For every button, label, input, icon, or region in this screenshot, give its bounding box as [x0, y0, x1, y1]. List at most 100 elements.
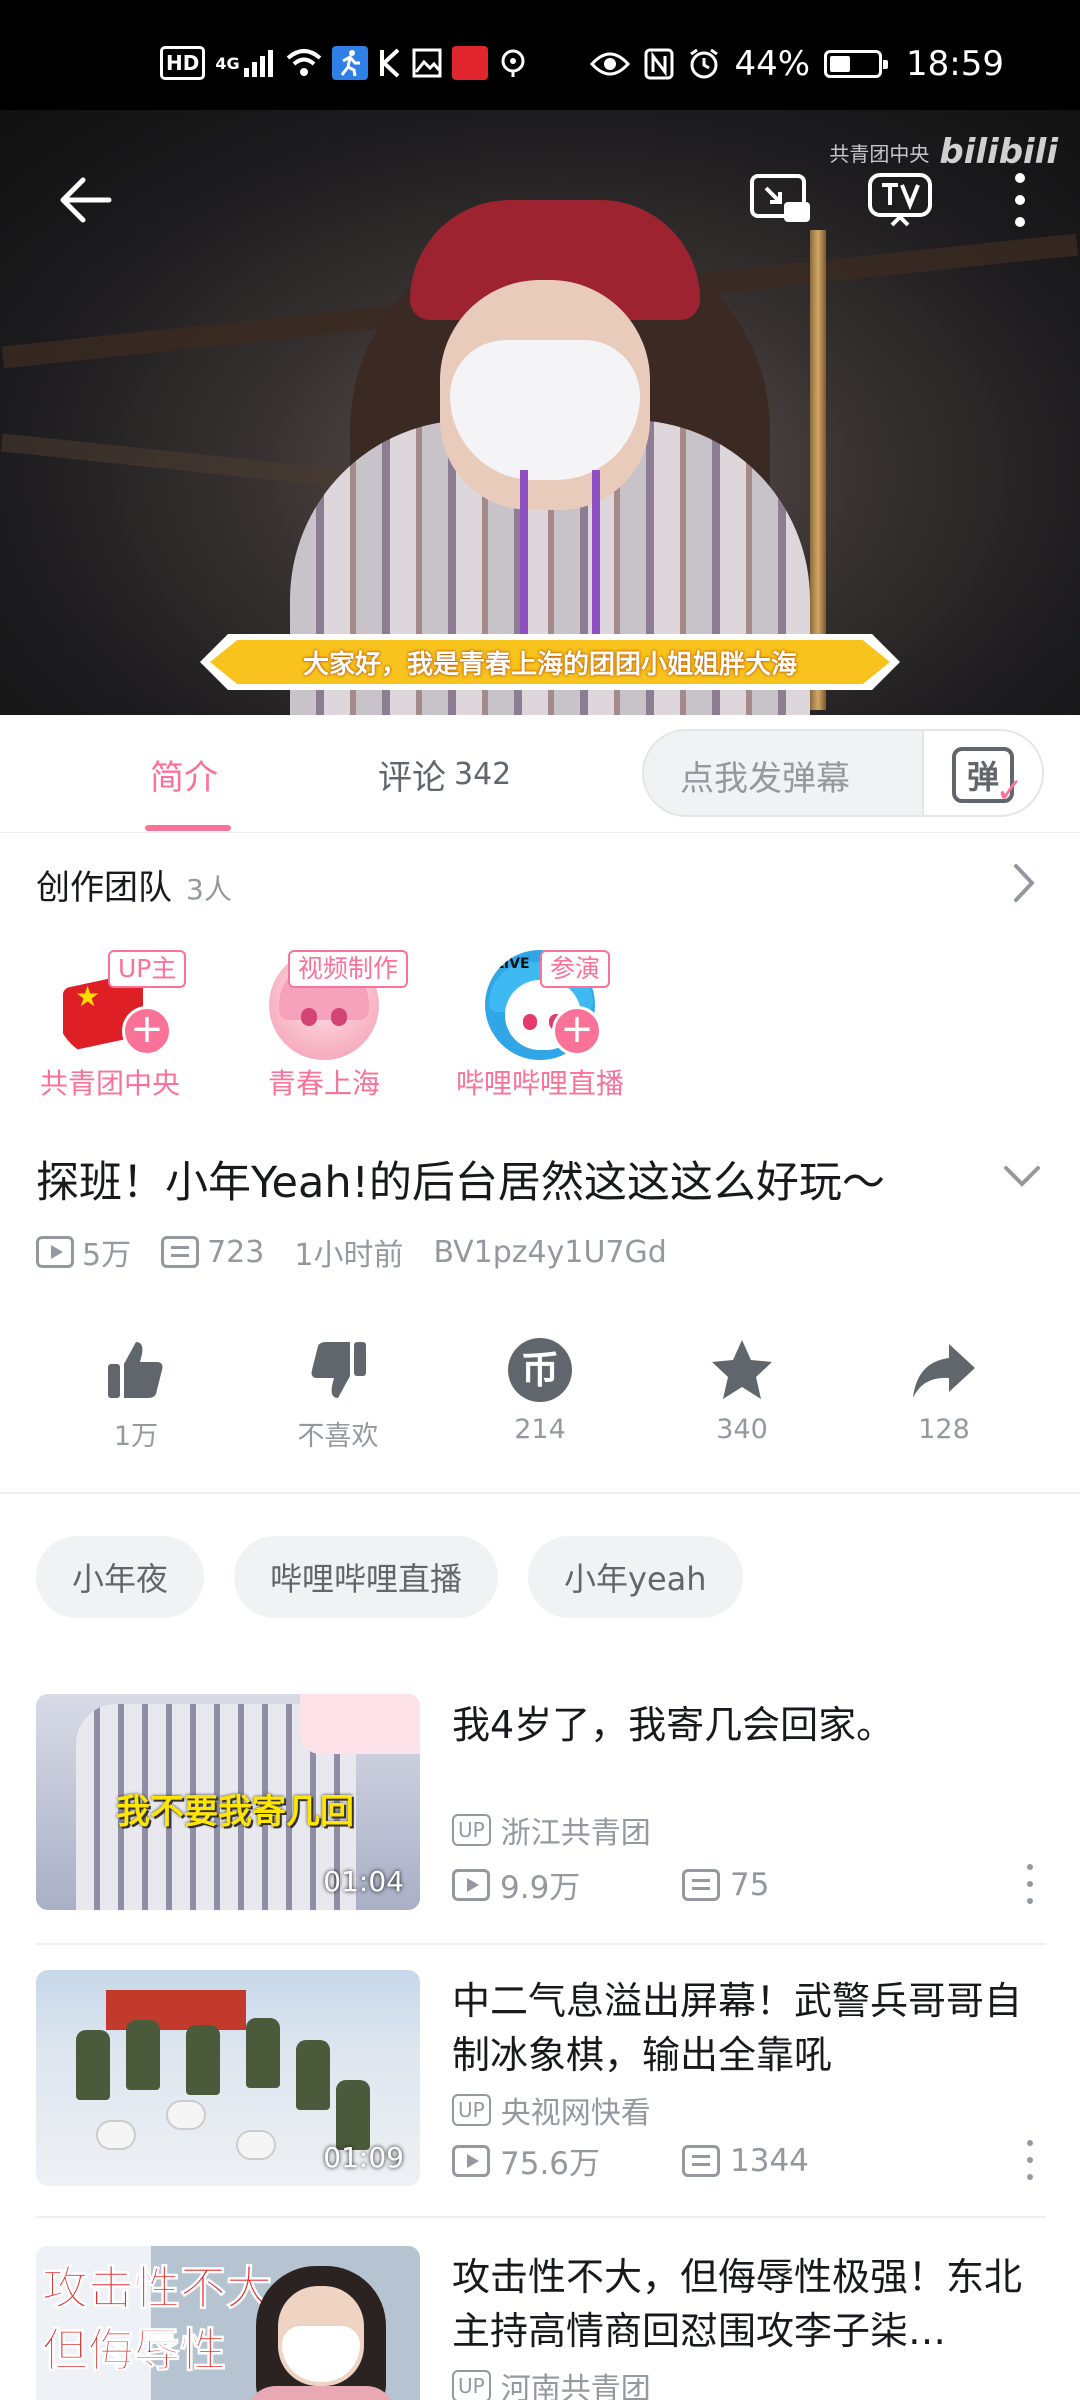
- nfc-icon: [644, 47, 674, 81]
- item-more-button[interactable]: [1024, 1864, 1036, 1904]
- dislike-label: 不喜欢: [297, 1421, 379, 1452]
- hd-icon: HD: [160, 46, 206, 80]
- view-count: 5万: [36, 1230, 131, 1274]
- share-count: 128: [918, 1414, 970, 1445]
- chevron-down-icon[interactable]: [1000, 1158, 1044, 1194]
- role-badge: UP主: [108, 950, 187, 988]
- team-member[interactable]: 视频制作 青春上海: [214, 950, 434, 1100]
- tab-comments-label: 评论: [378, 757, 446, 798]
- tv-projection-button[interactable]: [865, 165, 935, 235]
- coin-icon: 币: [508, 1338, 572, 1402]
- tag-chip[interactable]: 小年夜: [36, 1536, 205, 1618]
- related-video-title[interactable]: 中二气息溢出屏幕！武警兵哥哥自制冰象棋，输出全靠吼: [452, 1974, 1052, 2082]
- cast-icon: [750, 174, 810, 222]
- team-member[interactable]: ★ UP主 + 共青团中央: [0, 950, 220, 1100]
- comment-count: 342: [454, 756, 512, 792]
- video-meta: 75.6万 1344: [452, 2138, 912, 2183]
- creator-team-count: 3人: [186, 873, 232, 906]
- follow-plus-icon[interactable]: +: [552, 1006, 602, 1056]
- team-member[interactable]: LIVE 参演 + 哔哩哔哩直播: [430, 950, 650, 1100]
- favorite-button[interactable]: 340: [642, 1330, 842, 1445]
- uploader-name: 河南共青团: [500, 2372, 651, 2400]
- like-button[interactable]: 1万: [36, 1330, 236, 1453]
- thumbs-up-icon: [108, 1342, 163, 1398]
- up-badge: UP: [452, 2370, 491, 2400]
- thumbnail-caption: 我不要我寄几回: [116, 1792, 354, 1832]
- danmaku-count: 1344: [682, 2143, 912, 2179]
- status-bar: HD 4G 44% 18:59: [0, 0, 1080, 110]
- tab-comments[interactable]: 评论 342: [378, 715, 511, 833]
- danmaku-count-icon: [682, 1868, 720, 1901]
- video-thumbnail[interactable]: 01:09: [36, 1970, 420, 2186]
- tag-chip[interactable]: 小年yeah: [528, 1536, 743, 1618]
- danmaku-glyph: 弹: [966, 758, 999, 796]
- screen-cast-button[interactable]: [745, 165, 815, 235]
- item-divider: [36, 2216, 1046, 2218]
- uploader-name: 浙江共青团: [500, 1816, 651, 1851]
- network-type: 4G: [215, 53, 240, 73]
- thumbs-down-icon: [311, 1342, 366, 1398]
- chevron-right-icon[interactable]: [1004, 858, 1044, 908]
- more-options-button[interactable]: [990, 165, 1050, 235]
- coin-button[interactable]: 币 214: [440, 1330, 640, 1445]
- video-thumbnail[interactable]: 攻击性不大 但侮辱性: [36, 2246, 420, 2400]
- tv-icon: [868, 173, 932, 227]
- video-stats: 5万 723 1小时前 BV1pz4y1U7Gd: [36, 1230, 697, 1274]
- red-app-icon: [451, 46, 488, 80]
- k-icon: [378, 46, 402, 80]
- back-button[interactable]: [50, 165, 120, 235]
- tag-chip[interactable]: 哔哩哔哩直播: [234, 1536, 499, 1618]
- video-thumbnail[interactable]: 我不要我寄几回 01:04: [36, 1694, 420, 1910]
- member-name: 哔哩哔哩直播: [455, 1067, 624, 1100]
- live-tag: LIVE: [495, 956, 530, 972]
- uploader[interactable]: UP 浙江共青团: [452, 1808, 651, 1852]
- checkmark-icon: ✓: [995, 771, 1025, 811]
- clock: 18:59: [906, 44, 1004, 84]
- related-video-title[interactable]: 我4岁了，我寄几会回家。: [452, 1698, 1052, 1752]
- uploader[interactable]: UP 河南共青团: [452, 2364, 651, 2400]
- vertical-dots-icon: [1015, 173, 1025, 227]
- view-count-value: 75.6万: [500, 2146, 601, 2182]
- item-divider: [36, 1943, 1046, 1945]
- pinwheel-icon: [498, 46, 528, 80]
- up-badge: UP: [452, 2094, 491, 2126]
- eye-comfort-icon: [590, 47, 631, 81]
- danmaku-count-value: 75: [730, 1866, 770, 1903]
- running-app-icon: [331, 46, 368, 80]
- uploader[interactable]: UP 央视网快看: [452, 2088, 651, 2132]
- related-video-item[interactable]: 01:09 中二气息溢出屏幕！武警兵哥哥自制冰象棋，输出全靠吼 UP 央视网快看…: [36, 1970, 1046, 2190]
- play-count-icon: [452, 2144, 490, 2177]
- watermark-channel: 共青团中央: [829, 141, 930, 166]
- share-button[interactable]: 128: [844, 1330, 1044, 1445]
- battery-fill: [830, 56, 851, 72]
- play-count-icon: [36, 1236, 74, 1268]
- danmaku-toggle-button[interactable]: 弹 ✓: [922, 731, 1042, 815]
- related-video-title[interactable]: 攻击性不大，但侮辱性极强！东北主持高情商回怼围攻李子柒…: [452, 2250, 1052, 2358]
- video-player[interactable]: 共青团中央 bilibili 大家好，我是青春上海的团团小姐姐胖大海: [0, 110, 1080, 715]
- danmaku-placeholder: 点我发弹幕: [680, 758, 850, 799]
- dislike-button[interactable]: 不喜欢: [238, 1330, 438, 1453]
- coin-glyph: 币: [521, 1348, 559, 1392]
- related-video-item[interactable]: 攻击性不大 但侮辱性 攻击性不大，但侮辱性极强！东北主持高情商回怼围攻李子柒… …: [36, 2246, 1046, 2400]
- related-video-item[interactable]: 我不要我寄几回 01:04 我4岁了，我寄几会回家。 UP 浙江共青团 9.9万…: [36, 1694, 1046, 1914]
- role-badge: 参演: [540, 950, 611, 988]
- member-name: 共青团中央: [39, 1067, 180, 1100]
- danmaku-input[interactable]: 点我发弹幕 弹 ✓: [642, 729, 1044, 817]
- tab-intro[interactable]: 简介: [150, 715, 218, 833]
- status-left-icons: HD 4G: [160, 46, 528, 80]
- alarm-icon: [688, 47, 720, 81]
- role-badge: 视频制作: [288, 950, 409, 988]
- danmaku-count: 75: [682, 1867, 912, 1903]
- item-more-button[interactable]: [1024, 2140, 1036, 2180]
- image-icon: [412, 46, 442, 80]
- view-count-value: 5万: [82, 1238, 132, 1273]
- danmaku-count: 723: [161, 1235, 264, 1270]
- share-arrow-icon: [913, 1344, 975, 1398]
- video-title[interactable]: 探班！小年Yeah!的后台居然这这这么好玩～: [36, 1148, 966, 1210]
- view-count: 9.9万: [452, 1862, 682, 1907]
- creator-team-header[interactable]: 创作团队 3人: [36, 860, 232, 909]
- video-subtitle: 大家好，我是青春上海的团团小姐姐胖大海: [210, 640, 890, 684]
- follow-plus-icon[interactable]: +: [122, 1006, 172, 1056]
- detail-tabs: 简介 评论 342 点我发弹幕 弹 ✓: [0, 715, 1080, 833]
- tab-intro-label: 简介: [150, 757, 218, 798]
